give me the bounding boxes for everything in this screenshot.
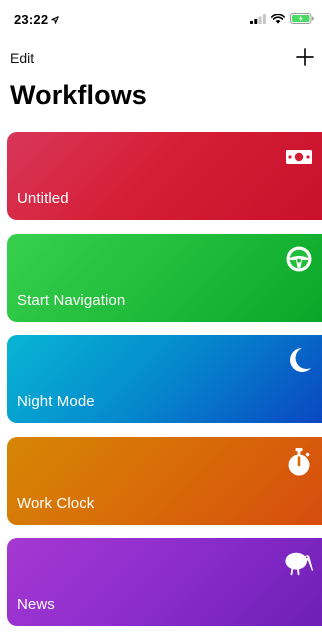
workflow-label: Start Navigation xyxy=(17,291,126,309)
workflow-label: Night Mode xyxy=(17,393,95,410)
workflow-card-untitled[interactable]: Untitled xyxy=(7,132,322,220)
workflow-card-night-mode[interactable]: Night Mode xyxy=(7,335,322,423)
workflow-label: Work Clock xyxy=(17,494,95,512)
moon-icon xyxy=(284,345,314,375)
steering-wheel-icon xyxy=(284,244,314,274)
signal-icon xyxy=(250,13,266,24)
workflow-card-work-clock[interactable]: Work Clock xyxy=(7,436,322,525)
wifi-icon xyxy=(271,13,285,24)
stopwatch-icon xyxy=(284,447,314,477)
workflow-card-start-navigation[interactable]: Start Navigation xyxy=(7,233,322,322)
money-icon xyxy=(284,142,314,172)
kiwi-bird-icon xyxy=(284,548,314,578)
status-time: 23:22 xyxy=(14,12,60,27)
nav-bar: Edit xyxy=(0,44,322,72)
page-title: Workflows xyxy=(10,80,147,110)
workflow-list: Untitled Start Navigation Night Mode Wor… xyxy=(7,132,322,640)
workflow-label: Untitled xyxy=(17,190,69,207)
plus-icon[interactable] xyxy=(294,46,316,68)
status-indicators xyxy=(250,13,314,24)
workflow-card-news[interactable]: News xyxy=(7,538,322,626)
edit-button[interactable]: Edit xyxy=(10,50,34,66)
status-bar: 23:22 xyxy=(0,0,322,40)
status-time-text: 23:22 xyxy=(14,12,49,27)
battery-icon xyxy=(290,13,314,24)
location-arrow-icon xyxy=(51,15,60,24)
workflow-label: News xyxy=(17,596,55,613)
